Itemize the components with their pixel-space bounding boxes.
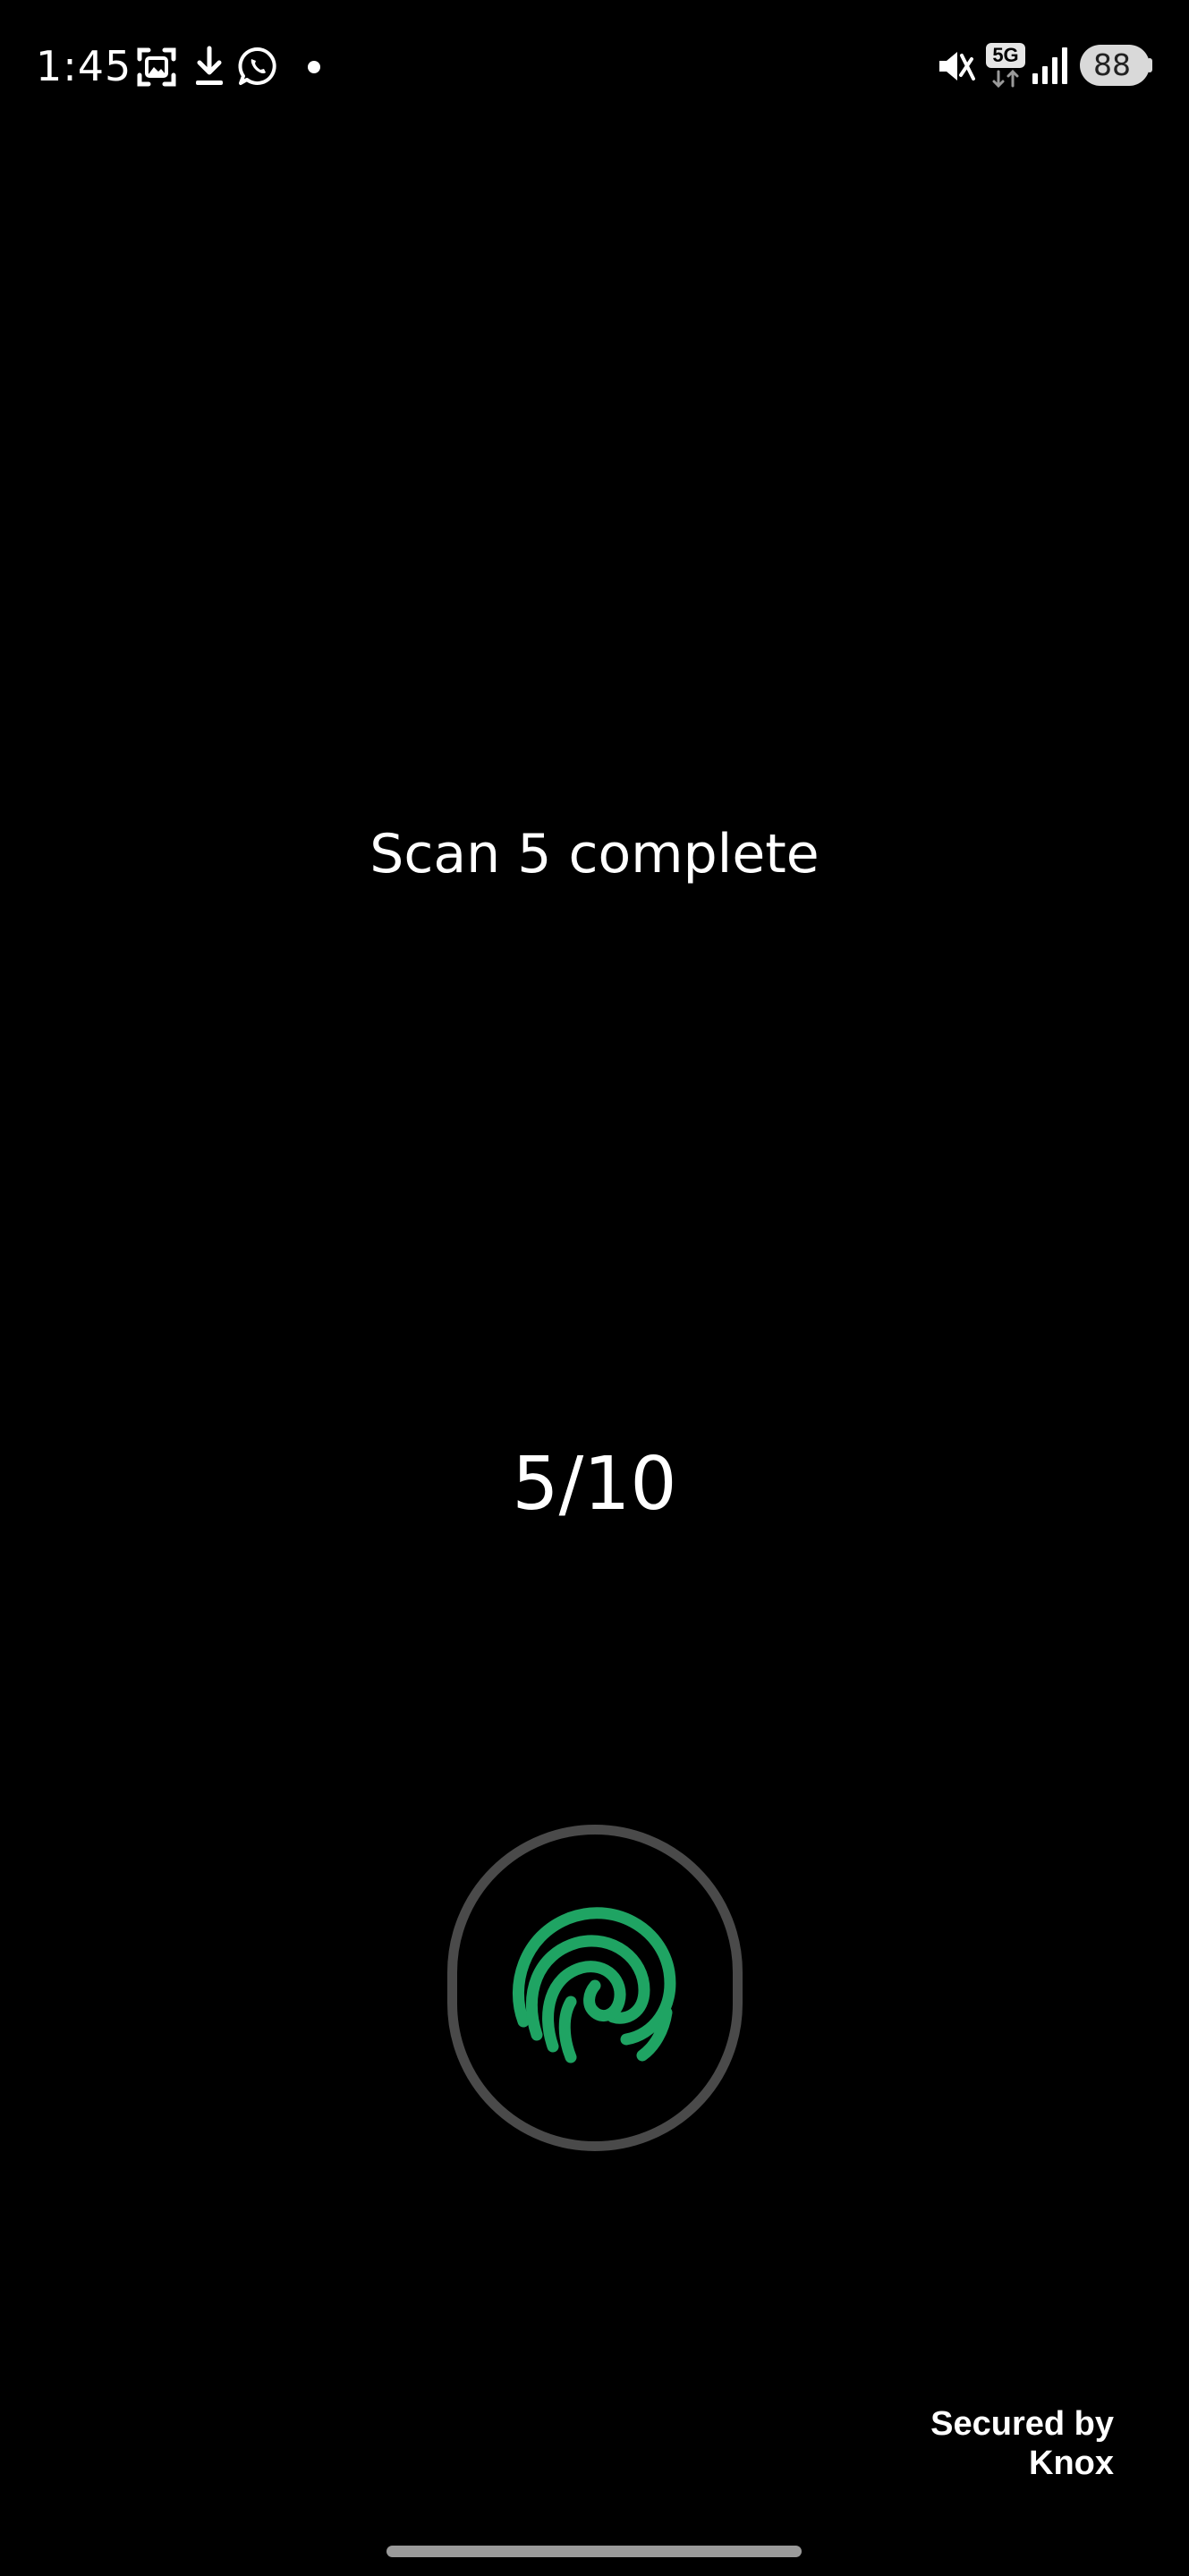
battery-nub — [1147, 58, 1152, 72]
5g-data-icon: 5G — [986, 43, 1025, 89]
secured-by-label: Secured by — [930, 2405, 1114, 2443]
whatsapp-icon — [238, 47, 276, 85]
status-time: 1:45 — [36, 42, 132, 90]
knox-brand-label: Knox — [1029, 2445, 1114, 2482]
status-bar: 1:45 5G 88 — [0, 0, 1189, 134]
screenshot-icon — [137, 47, 176, 87]
notification-dot-icon — [308, 61, 320, 73]
battery-icon: 88 — [1080, 45, 1152, 86]
download-icon — [196, 46, 223, 85]
signal-icon — [1032, 47, 1067, 84]
battery-level: 88 — [1093, 47, 1131, 82]
scan-status-message: Scan 5 complete — [369, 823, 820, 886]
home-indicator-bar[interactable] — [386, 2546, 802, 2557]
scan-progress-count: 5/10 — [512, 1442, 677, 1527]
fingerprint-icon — [512, 1907, 676, 2063]
mute-icon — [939, 52, 975, 80]
network-type-label: 5G — [986, 43, 1025, 68]
knox-secured-badge: Secured by Knox — [930, 2404, 1114, 2483]
